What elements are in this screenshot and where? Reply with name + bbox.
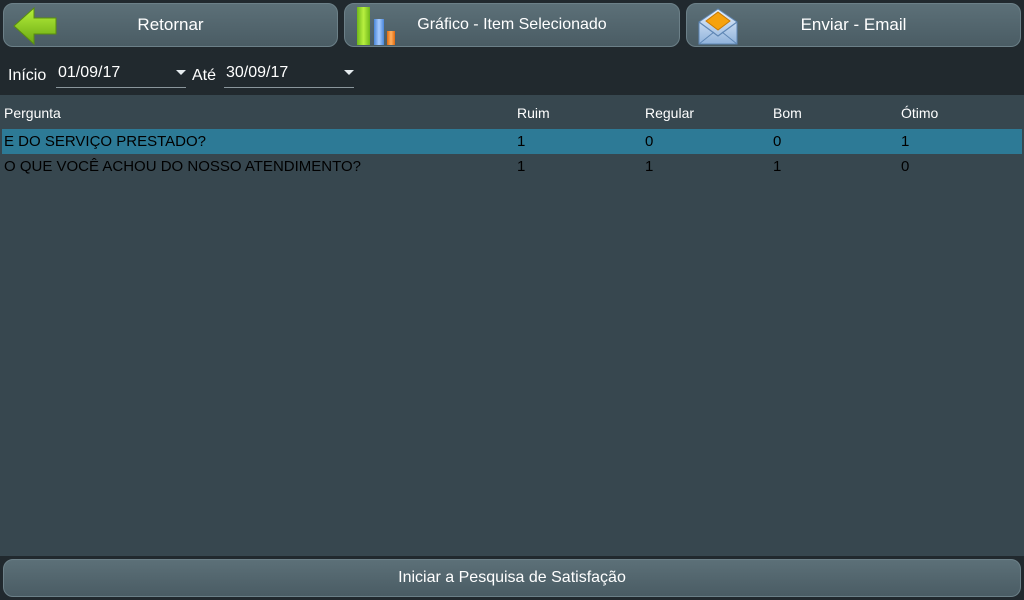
start-date-select[interactable]: 01/09/17 [56, 62, 186, 88]
column-header-pergunta[interactable]: Pergunta [4, 105, 61, 121]
app-window: Retornar Gráfico - Item Selecionado Envi… [0, 0, 1024, 600]
column-header-ruim[interactable]: Ruim [517, 105, 550, 121]
back-button[interactable]: Retornar [3, 3, 338, 47]
cell-otimo: 0 [901, 158, 910, 175]
chevron-down-icon [344, 70, 354, 75]
toolbar: Retornar Gráfico - Item Selecionado Envi… [0, 0, 1024, 52]
date-filters: Início 01/09/17 Até 30/09/17 [0, 52, 1024, 94]
start-date-label: Início [8, 67, 47, 84]
end-date-value: 30/09/17 [226, 64, 289, 81]
column-header-regular[interactable]: Regular [645, 105, 694, 121]
cell-bom: 1 [773, 158, 782, 175]
back-button-label: Retornar [137, 15, 204, 34]
column-header-bom[interactable]: Bom [773, 105, 802, 121]
email-button-label: Enviar - Email [800, 15, 907, 34]
table-row[interactable]: E DO SERVIÇO PRESTADO? 1 0 0 1 [2, 129, 1022, 154]
cell-otimo: 1 [901, 133, 910, 150]
cell-pergunta: O QUE VOCÊ ACHOU DO NOSSO ATENDIMENTO? [4, 158, 362, 175]
end-date-label: Até [192, 67, 217, 84]
column-header-otimo[interactable]: Ótimo [901, 105, 938, 121]
results-table: Pergunta Ruim Regular Bom Ótimo E DO SER… [0, 95, 1024, 556]
cell-pergunta: E DO SERVIÇO PRESTADO? [4, 133, 206, 150]
start-survey-button[interactable]: Iniciar a Pesquisa de Satisfação [3, 559, 1021, 597]
end-date-select[interactable]: 30/09/17 [224, 62, 354, 88]
chart-selected-item-button[interactable]: Gráfico - Item Selecionado [344, 3, 680, 47]
cell-ruim: 1 [517, 133, 526, 150]
cell-regular: 1 [645, 158, 654, 175]
chevron-down-icon [176, 70, 186, 75]
cell-bom: 0 [773, 133, 782, 150]
cell-ruim: 1 [517, 158, 526, 175]
send-email-button[interactable]: Enviar - Email [686, 3, 1021, 47]
start-date-value: 01/09/17 [58, 64, 121, 81]
table-header: Pergunta Ruim Regular Bom Ótimo [0, 103, 1024, 123]
cell-regular: 0 [645, 133, 654, 150]
chart-button-label: Gráfico - Item Selecionado [417, 16, 607, 33]
table-row[interactable]: O QUE VOCÊ ACHOU DO NOSSO ATENDIMENTO? 1… [2, 154, 1022, 179]
